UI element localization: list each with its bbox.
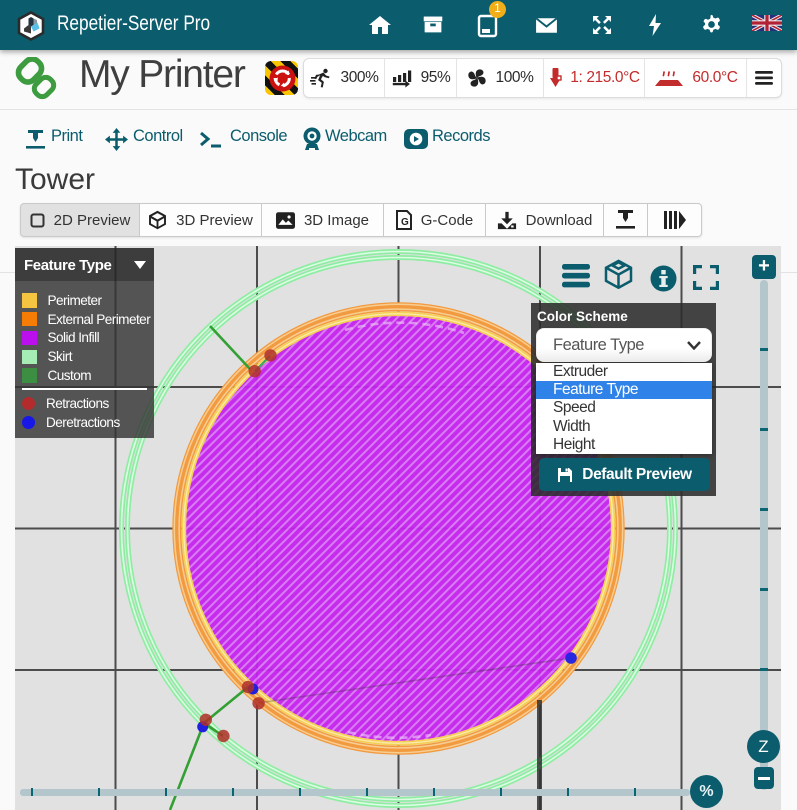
svg-text:G: G	[401, 217, 409, 228]
